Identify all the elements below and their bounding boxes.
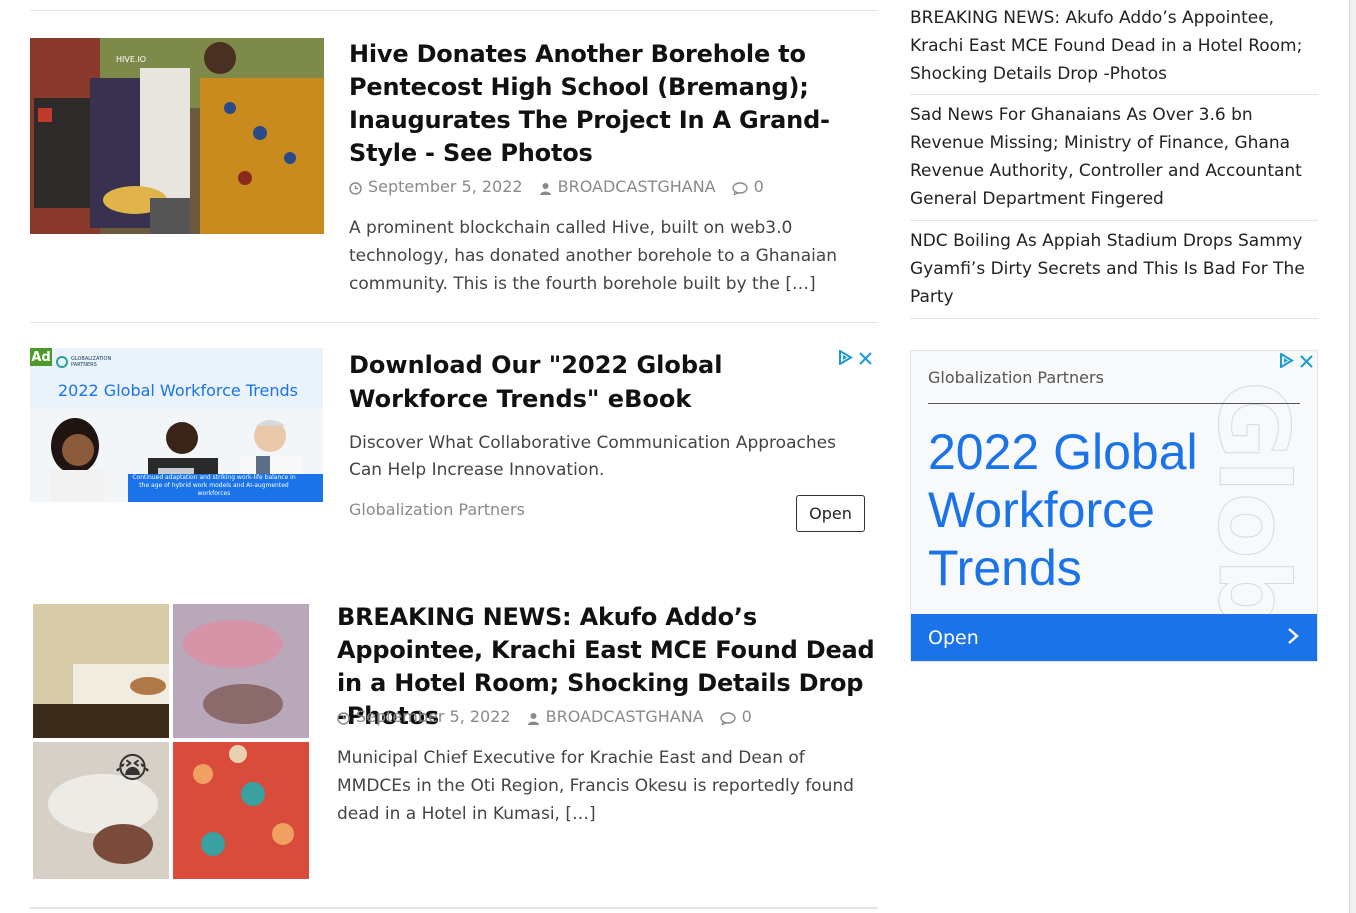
sidebar-ad[interactable]: Global Globalization Partners 2022 Globa… [910, 350, 1318, 662]
collage-photo [33, 604, 309, 879]
article-excerpt: A prominent blockchain called Hive, buil… [349, 218, 838, 294]
article-date: September 5, 2022 [368, 177, 523, 196]
article-thumbnail[interactable]: 😭 [33, 604, 309, 879]
article-date: September 5, 2022 [356, 707, 511, 726]
read-more-link[interactable]: […] [785, 274, 815, 294]
inline-ad-text: Download Our "2022 Global Workforce Tren… [349, 348, 839, 416]
sidebar-link[interactable]: BREAKING NEWS: Akufo Addo’s Appointee, K… [910, 4, 1318, 88]
article-card: Hive Donates Another Borehole to Penteco… [349, 38, 879, 170]
brand-logo-icon [56, 356, 68, 368]
ad-open-button[interactable]: Open [796, 495, 865, 532]
ad-image-headline: 2022 Global Workforce Trends [58, 381, 298, 400]
sidebar-divider [910, 220, 1318, 221]
user-icon [527, 710, 540, 725]
clock-icon [349, 180, 362, 195]
sidebar-ad-rule [928, 403, 1300, 404]
article-meta: September 5, 2022 BROADCASTGHANA 0 [337, 707, 752, 727]
ad-image-caption: Continued adaptation and striking work-l… [132, 474, 296, 497]
borehole-photo: HIVE.IO [30, 38, 324, 234]
article-author[interactable]: BROADCASTGHANA [546, 707, 704, 726]
article-divider [30, 322, 878, 323]
ad-body: Discover What Collaborative Communicatio… [349, 433, 836, 480]
close-icon[interactable] [859, 350, 872, 369]
article-comment-count[interactable]: 0 [742, 707, 752, 726]
ad-sponsor[interactable]: Globalization Partners [349, 500, 525, 519]
close-icon[interactable] [1300, 353, 1313, 372]
bottom-divider [30, 907, 878, 909]
sidebar-ad-sponsor[interactable]: Globalization Partners [928, 368, 1104, 387]
ad-image-brand: GLOBALIZATION PARTNERS [71, 356, 112, 368]
sidebar-link[interactable]: NDC Boiling As Appiah Stadium Drops Samm… [910, 227, 1318, 311]
crying-emoji-icon: 😭 [115, 751, 151, 786]
ad-badge: Ad [30, 348, 52, 366]
sidebar-divider [910, 318, 1318, 319]
article-title[interactable]: Hive Donates Another Borehole to Penteco… [349, 38, 879, 170]
article-excerpt-block: Municipal Chief Executive for Krachie Ea… [337, 744, 882, 828]
ad-body-block: Discover What Collaborative Communicatio… [349, 430, 869, 484]
adchoices-icon[interactable] [1279, 352, 1294, 372]
svg-text:HIVE.IO: HIVE.IO [116, 55, 146, 64]
ad-choices [838, 349, 872, 369]
ad-choices [1279, 352, 1313, 372]
article-author[interactable]: BROADCASTGHANA [558, 177, 716, 196]
sidebar-ad-open-button[interactable]: Open [911, 614, 1317, 661]
comment-icon [731, 180, 748, 197]
chevron-right-icon [1287, 627, 1299, 650]
clock-icon [337, 710, 350, 725]
article-comment-count[interactable]: 0 [754, 177, 764, 196]
inline-ad-image[interactable]: Ad GLOBALIZATION PARTNERS 2022 Global Wo… [30, 348, 323, 502]
ad-title[interactable]: Download Our "2022 Global Workforce Tren… [349, 348, 839, 416]
top-divider [30, 10, 878, 11]
sidebar-link[interactable]: Sad News For Ghanaians As Over 3.6 bn Re… [910, 101, 1318, 213]
adchoices-icon[interactable] [838, 349, 853, 369]
sidebar-ad-headline[interactable]: 2022 Global Workforce Trends [928, 423, 1228, 597]
read-more-link[interactable]: […] [565, 804, 595, 824]
sidebar-ad-open-label: Open [928, 627, 979, 649]
sidebar-divider [910, 94, 1318, 95]
article-excerpt-block: A prominent blockchain called Hive, buil… [349, 214, 879, 298]
scrollbar[interactable] [1349, 0, 1356, 913]
user-icon [539, 180, 552, 195]
article-thumbnail[interactable]: HIVE.IO [30, 38, 324, 234]
article-meta: September 5, 2022 BROADCASTGHANA 0 [349, 177, 764, 197]
comment-icon [719, 710, 736, 727]
